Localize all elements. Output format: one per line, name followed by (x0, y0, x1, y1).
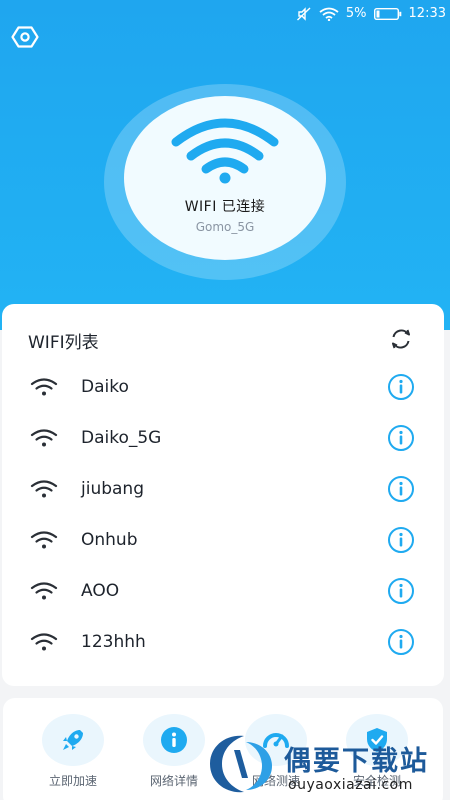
wifi-network-row[interactable]: jiubang (2, 463, 444, 514)
battery-percent: 5% (345, 6, 367, 21)
info-icon[interactable] (387, 526, 415, 554)
clock: 12:33 (408, 6, 446, 21)
tool-icon-bubble (42, 714, 104, 766)
info-icon[interactable] (387, 373, 415, 401)
wifi-ssid: jiubang (81, 478, 144, 499)
wifi-signal-icon (30, 531, 58, 549)
info-icon[interactable] (387, 628, 415, 656)
wifi-status-icon (319, 7, 339, 21)
wifi-network-list: Daiko Daiko_5G jiubang Onhub AOO 123hhh (2, 361, 444, 667)
watermark-logo-icon (210, 735, 272, 793)
tool-network-details-button[interactable]: 网络详情 (134, 714, 214, 789)
hexagon-settings-icon (11, 26, 39, 48)
info-icon[interactable] (387, 424, 415, 452)
wifi-connected-icon (171, 118, 279, 184)
wifi-ssid: AOO (81, 580, 120, 601)
wifi-ssid: 123hhh (81, 631, 146, 652)
refresh-icon (392, 329, 410, 349)
connection-status-text: WIFI 已连接 (184, 199, 266, 215)
wifi-network-row[interactable]: 123hhh (2, 616, 444, 667)
watermark-url: ouyaoxiazai.com (288, 777, 413, 793)
connected-ssid: Gomo_5G (195, 220, 255, 234)
tool-label: 网络详情 (149, 774, 198, 788)
wifi-ssid: Daiko (81, 376, 129, 397)
settings-button[interactable] (10, 24, 40, 50)
mute-icon (296, 6, 311, 21)
hero-header: 5% 12:33 WIFI 已连接 Gomo_5G (0, 0, 450, 330)
tool-boost-button[interactable]: 立即加速 (33, 714, 113, 789)
site-watermark: 偶要下载站 ouyaoxiazai.com (204, 730, 450, 800)
info-icon[interactable] (387, 475, 415, 503)
rocket-icon (63, 730, 83, 750)
info-icon (161, 727, 187, 753)
wifi-signal-icon (30, 633, 58, 651)
watermark-title: 偶要下载站 (284, 746, 429, 777)
info-icon[interactable] (387, 577, 415, 605)
wifi-signal-icon (30, 582, 58, 600)
wifi-signal-icon (30, 378, 58, 396)
wifi-signal-icon (30, 429, 58, 447)
wifi-signal-icon (30, 480, 58, 498)
wifi-ssid: Onhub (81, 529, 138, 550)
wifi-network-row[interactable]: AOO (2, 565, 444, 616)
status-bar: 5% 12:33 (0, 0, 450, 30)
tool-label: 立即加速 (48, 774, 97, 788)
wifi-network-row[interactable]: Daiko_5G (2, 412, 444, 463)
wifi-network-row[interactable]: Daiko (2, 361, 444, 412)
tool-icon-bubble (143, 714, 205, 766)
refresh-button[interactable] (388, 326, 414, 352)
wifi-list-title: WIFI列表 (28, 333, 99, 353)
wifi-list-card: WIFI列表 Daiko Daiko_5G jiubang Onhub AOO … (2, 304, 444, 686)
battery-icon (373, 7, 401, 20)
connection-status-button[interactable]: WIFI 已连接 Gomo_5G (124, 96, 326, 260)
wifi-ssid: Daiko_5G (81, 427, 162, 448)
wifi-network-row[interactable]: Onhub (2, 514, 444, 565)
